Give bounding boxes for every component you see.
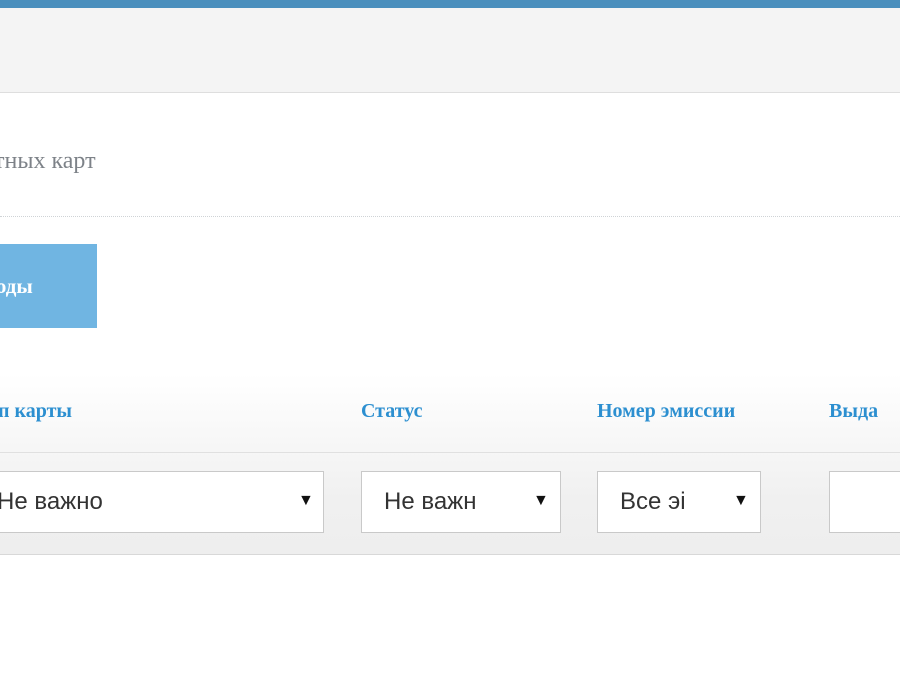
chevron-down-icon: ▼ xyxy=(298,492,314,509)
chevron-down-icon: ▼ xyxy=(533,492,549,509)
card-type-label: п карты xyxy=(0,400,73,422)
card-type-select-value: Не важно xyxy=(0,488,103,515)
filter-header-divider xyxy=(0,452,900,453)
status-select[interactable]: Не важн ▼ xyxy=(361,471,561,533)
status-select-value: Не важн xyxy=(384,488,477,515)
codes-button[interactable]: коды xyxy=(0,244,97,328)
header-bar xyxy=(0,8,900,93)
emission-number-label: Номер эмиссии xyxy=(597,400,736,422)
codes-button-label: коды xyxy=(0,273,33,298)
status-label: Статус xyxy=(361,400,423,422)
emission-number-select-value: Все эі xyxy=(620,488,686,515)
title-divider xyxy=(0,216,900,217)
page-title: тных карт xyxy=(0,148,96,174)
top-accent-bar xyxy=(0,0,900,8)
emission-number-select[interactable]: Все эі ▼ xyxy=(597,471,761,533)
issued-select[interactable] xyxy=(829,471,900,533)
issued-label: Выда xyxy=(829,400,879,422)
card-type-select[interactable]: Не важно ▼ xyxy=(0,471,324,533)
chevron-down-icon: ▼ xyxy=(733,492,749,509)
